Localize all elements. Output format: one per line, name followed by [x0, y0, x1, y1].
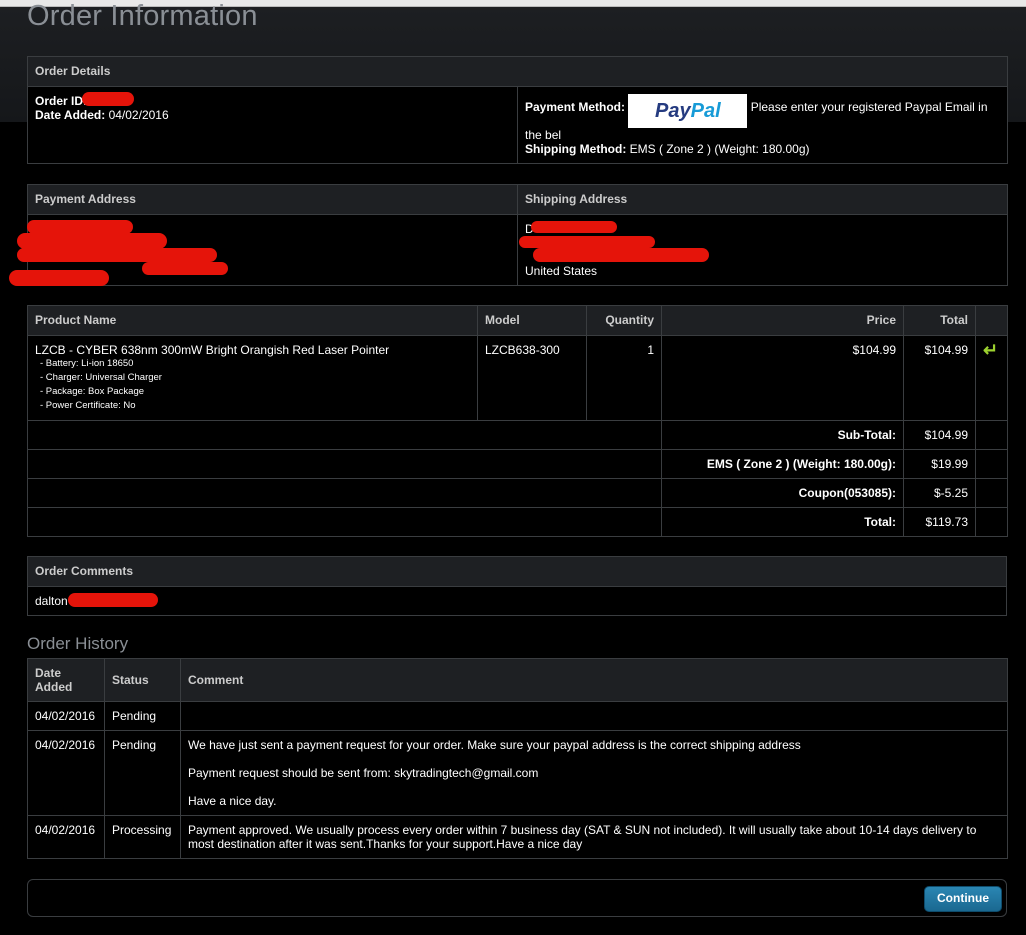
- products-table: Product Name Model Quantity Price Total …: [27, 305, 1008, 537]
- history-status: Pending: [104, 701, 181, 731]
- date-added-value: 04/02/2016: [108, 108, 169, 122]
- history-comment: We have just sent a payment request for …: [180, 730, 1008, 816]
- history-comment-line: We have just sent a payment request for …: [188, 738, 801, 752]
- coupon-value: $-5.25: [903, 478, 976, 508]
- col-action: [975, 305, 1008, 336]
- history-row: 04/02/2016 Processing Payment approved. …: [27, 815, 1008, 859]
- history-row: 04/02/2016 Pending: [27, 701, 1008, 731]
- shipping-total-value: $19.99: [903, 449, 976, 479]
- history-col-status: Status: [104, 658, 181, 702]
- product-price: $104.99: [661, 335, 904, 421]
- product-quantity: 1: [586, 335, 662, 421]
- shipping-address-header: Shipping Address: [517, 184, 1008, 215]
- order-comments-text: dalton: [27, 586, 1007, 616]
- totals-row: Total: $119.73: [27, 507, 1008, 537]
- order-comments-table: Order Comments dalton: [27, 556, 1007, 616]
- history-status: Pending: [104, 730, 181, 816]
- history-comment: Payment approved. We usually process eve…: [180, 815, 1008, 859]
- redaction-mark: [519, 236, 655, 248]
- redaction-mark: [142, 262, 228, 275]
- grand-total-value: $119.73: [903, 507, 976, 537]
- col-model: Model: [477, 305, 587, 336]
- shipping-address-country: United States: [525, 264, 598, 278]
- shipping-method-value: EMS ( Zone 2 ) (Weight: 180.00g): [629, 142, 810, 156]
- product-name-cell: LZCB - CYBER 638nm 300mW Bright Orangish…: [27, 335, 478, 421]
- page-title: Order Information: [27, 0, 258, 32]
- order-id-label: Order ID:: [35, 94, 88, 108]
- product-option: - Power Certificate: No: [40, 400, 136, 411]
- redaction-mark: [9, 270, 109, 286]
- shipping-total-label: EMS ( Zone 2 ) (Weight: 180.00g):: [661, 449, 904, 479]
- reorder-arrow-icon[interactable]: ↵: [983, 340, 998, 360]
- date-added-label: Date Added:: [35, 108, 106, 122]
- history-comment-line: Payment request should be sent from: sky…: [188, 766, 539, 780]
- reorder-button[interactable]: ↵: [975, 335, 1008, 421]
- order-details-header: Order Details: [27, 56, 1008, 87]
- redaction-mark: [533, 248, 709, 262]
- redaction-mark: [27, 220, 133, 234]
- redaction-mark: [17, 233, 167, 249]
- history-status: Processing: [104, 815, 181, 859]
- redaction-mark: [68, 593, 158, 607]
- coupon-label: Coupon(053085):: [661, 478, 904, 508]
- history-row: 04/02/2016 Pending We have just sent a p…: [27, 730, 1008, 816]
- totals-row: Coupon(053085): $-5.25: [27, 478, 1008, 508]
- product-row: LZCB - CYBER 638nm 300mW Bright Orangish…: [27, 335, 1008, 421]
- history-date: 04/02/2016: [27, 815, 105, 859]
- payment-address-header: Payment Address: [27, 184, 518, 215]
- order-history-title: Order History: [27, 634, 129, 653]
- action-bar: Continue: [27, 879, 1007, 917]
- history-col-comment: Comment: [180, 658, 1008, 702]
- payment-method-label: Payment Method:: [525, 100, 626, 114]
- product-option: - Battery: Li-ion 18650: [40, 358, 134, 369]
- payment-method-cell: Payment Method: PayPal Please enter your…: [517, 86, 1008, 164]
- totals-row: EMS ( Zone 2 ) (Weight: 180.00g): $19.99: [27, 449, 1008, 479]
- history-col-date: Date Added: [27, 658, 105, 702]
- history-comment: [180, 701, 1008, 731]
- product-option: - Package: Box Package: [40, 386, 145, 397]
- product-model: LZCB638-300: [477, 335, 587, 421]
- product-name: LZCB - CYBER 638nm 300mW Bright Orangish…: [35, 343, 390, 357]
- history-comment-line: Have a nice day.: [188, 794, 277, 808]
- product-option: - Charger: Universal Charger: [40, 372, 162, 383]
- col-price: Price: [661, 305, 904, 336]
- paypal-logo: PayPal: [628, 94, 748, 128]
- col-total: Total: [903, 305, 976, 336]
- totals-row: Sub-Total: $104.99: [27, 420, 1008, 450]
- redaction-mark: [82, 92, 134, 106]
- redaction-mark: [17, 248, 217, 262]
- order-comments-header: Order Comments: [27, 556, 1007, 587]
- subtotal-label: Sub-Total:: [661, 420, 904, 450]
- col-quantity: Quantity: [586, 305, 662, 336]
- order-details-table: Order Details Order ID: Date Added: 04/0…: [27, 56, 1008, 164]
- order-history-table: Date Added Status Comment 04/02/2016 Pen…: [27, 658, 1008, 859]
- grand-total-label: Total:: [661, 507, 904, 537]
- redaction-mark: [531, 221, 617, 233]
- col-product-name: Product Name: [27, 305, 478, 336]
- subtotal-value: $104.99: [903, 420, 976, 450]
- history-date: 04/02/2016: [27, 730, 105, 816]
- history-date: 04/02/2016: [27, 701, 105, 731]
- product-total: $104.99: [903, 335, 976, 421]
- continue-button[interactable]: Continue: [924, 886, 1002, 912]
- shipping-method-label: Shipping Method:: [525, 142, 627, 156]
